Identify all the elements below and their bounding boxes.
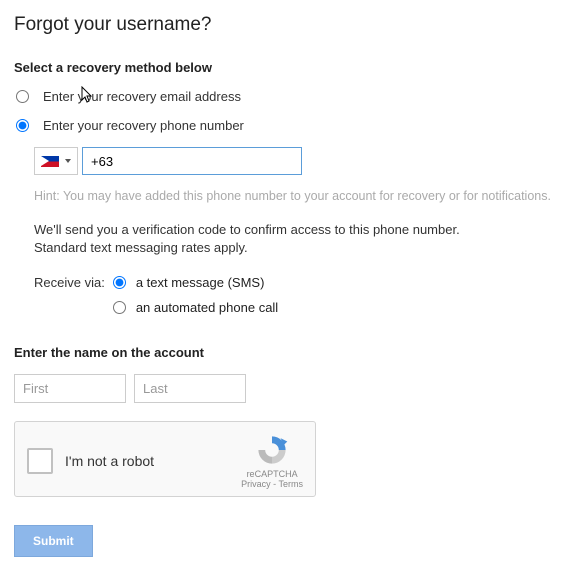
recaptcha-icon (255, 433, 289, 467)
name-section: Enter the name on the account (14, 345, 565, 403)
receive-sms-label: a text message (SMS) (136, 275, 265, 290)
recaptcha-widget: I'm not a robot reCAPTCHA Privacy - Term… (14, 421, 316, 497)
recovery-option-email[interactable]: Enter your recovery email address (14, 89, 565, 104)
recaptcha-brand-text: reCAPTCHA (247, 469, 298, 479)
first-name-input[interactable] (14, 374, 126, 403)
receive-call-option[interactable]: an automated phone call (113, 300, 278, 315)
phone-explain-line1: We'll send you a verification code to co… (34, 222, 460, 237)
recovery-phone-radio[interactable] (16, 119, 29, 132)
flag-ph-icon (41, 156, 59, 167)
phone-section: Hint: You may have added this phone numb… (34, 147, 565, 315)
chevron-down-icon (65, 159, 71, 163)
receive-via-label: Receive via: (34, 275, 105, 290)
receive-via-group: Receive via: a text message (SMS) an aut… (34, 275, 565, 315)
page-title: Forgot your username? (14, 14, 565, 36)
recaptcha-links[interactable]: Privacy - Terms (241, 479, 303, 489)
receive-call-radio[interactable] (113, 301, 126, 314)
phone-hint: Hint: You may have added this phone numb… (34, 189, 565, 203)
phone-number-input[interactable] (82, 147, 302, 175)
recovery-phone-label: Enter your recovery phone number (43, 118, 244, 133)
recovery-method-heading: Select a recovery method below (14, 60, 565, 75)
receive-sms-radio[interactable] (113, 276, 126, 289)
receive-call-label: an automated phone call (136, 300, 278, 315)
recovery-email-label: Enter your recovery email address (43, 89, 241, 104)
recaptcha-label: I'm not a robot (65, 453, 154, 469)
receive-sms-option[interactable]: a text message (SMS) (113, 275, 278, 290)
phone-input-row (34, 147, 565, 175)
country-code-selector[interactable] (34, 147, 78, 175)
name-heading: Enter the name on the account (14, 345, 565, 360)
recaptcha-branding: reCAPTCHA Privacy - Terms (241, 433, 303, 489)
phone-explain-line2: Standard text messaging rates apply. (34, 240, 248, 255)
submit-button[interactable]: Submit (14, 525, 93, 557)
name-input-row (14, 374, 565, 403)
recovery-email-radio[interactable] (16, 90, 29, 103)
last-name-input[interactable] (134, 374, 246, 403)
phone-explain: We'll send you a verification code to co… (34, 221, 565, 257)
recaptcha-checkbox[interactable] (27, 448, 53, 474)
recovery-option-phone[interactable]: Enter your recovery phone number (14, 118, 565, 133)
